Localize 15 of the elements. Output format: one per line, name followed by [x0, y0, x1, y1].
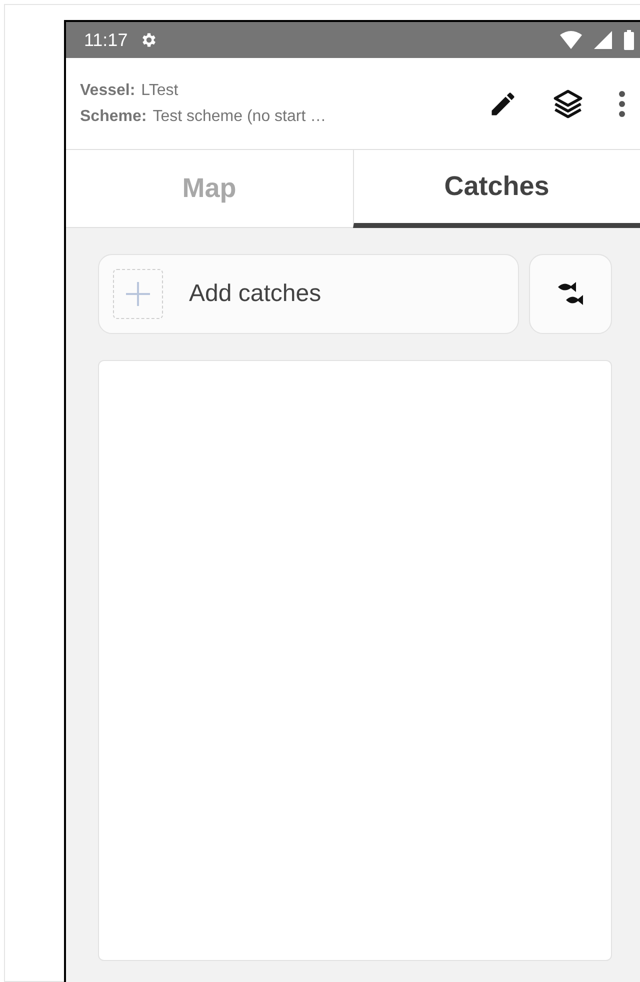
field-value: Test scheme (no start …	[152, 108, 326, 126]
battery-icon	[624, 30, 634, 50]
wifi-icon	[560, 31, 582, 49]
fish-icon	[556, 281, 586, 307]
tab[interactable]: Catches	[352, 150, 640, 228]
settings-icon	[140, 31, 158, 49]
fish-button[interactable]	[529, 254, 612, 334]
field-value: LTest	[141, 82, 178, 100]
add-catches-button[interactable]: Add catches	[98, 254, 519, 334]
plus-icon	[113, 269, 163, 319]
more-icon	[618, 90, 626, 118]
field-label: Vessel:	[80, 82, 136, 100]
status-time: 11:17	[84, 30, 128, 50]
field-label: Scheme:	[80, 108, 147, 126]
signal-icon	[594, 31, 612, 49]
